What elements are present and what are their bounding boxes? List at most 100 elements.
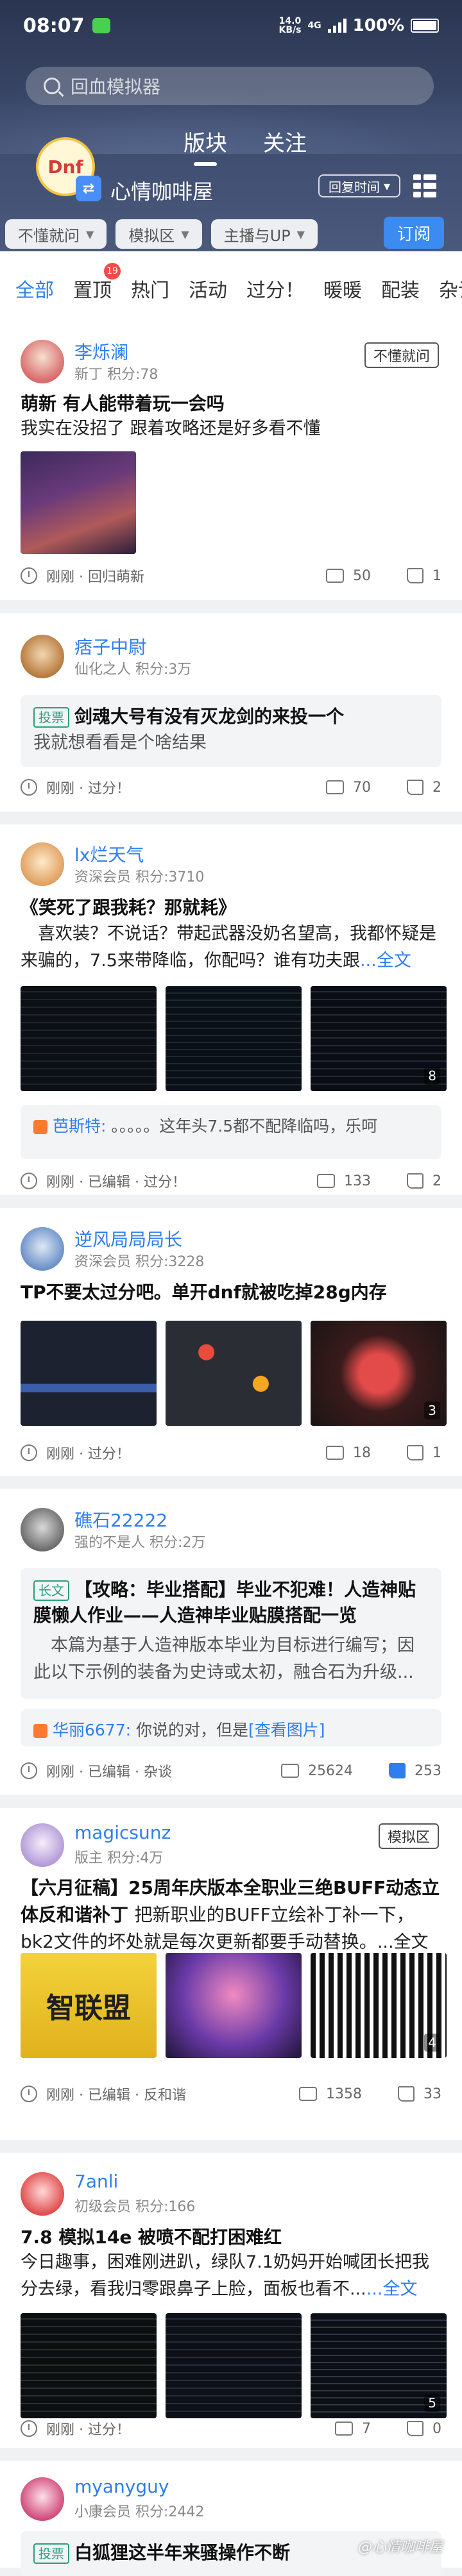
category-tab-misc[interactable]: 杂谈 xyxy=(439,274,462,303)
username[interactable]: 李烁澜 xyxy=(74,339,128,364)
tab-board[interactable]: 版块 xyxy=(184,126,227,166)
post-card[interactable]: lx烂天气 资深会员 积分:3710 《笑死了跟我耗？那就耗》 喜欢装？不说话？… xyxy=(0,824,462,1195)
post-image[interactable]: 8 xyxy=(311,986,447,1091)
like-icon[interactable] xyxy=(407,2421,424,2436)
post-image[interactable] xyxy=(21,1321,157,1426)
category-tab-pinned[interactable]: 置顶 19 xyxy=(73,263,121,303)
subscribe-button[interactable]: 订阅 xyxy=(384,217,444,249)
post-image[interactable]: 5 xyxy=(311,2313,447,2418)
tab-follow[interactable]: 关注 xyxy=(263,126,307,166)
search-placeholder: 回血模拟器 xyxy=(71,76,161,97)
view-image-link[interactable]: [查看图片] xyxy=(248,1721,325,1739)
post-tag[interactable]: 不懂就问 xyxy=(364,342,439,368)
avatar[interactable] xyxy=(21,842,64,886)
post-tag[interactable]: 模拟区 xyxy=(378,1823,439,1849)
user-level: 版主 积分:4万 xyxy=(74,1850,164,1866)
forum-header: 08:07 14.0 KB/s 4G 100% 回血模拟器 版块 关注 Dnf ⇄… xyxy=(0,0,462,251)
filter-chip-streamer[interactable]: 主播与UP ▼ xyxy=(210,219,318,249)
comment-icon[interactable] xyxy=(326,569,344,583)
post-title: 萌新 有人能带着玩一会吗 xyxy=(21,393,225,414)
username[interactable]: magicsunz xyxy=(74,1822,171,1843)
hot-reply[interactable]: 芭斯特: 。。。。。这年头7.5都不配降临吗，乐呵 xyxy=(21,1105,441,1159)
read-more-link[interactable]: ...全文 xyxy=(366,2279,418,2299)
search-input[interactable]: 回血模拟器 xyxy=(26,67,434,105)
reply-text: 你说的对，但是 xyxy=(136,1721,249,1739)
post-image[interactable]: 4 xyxy=(311,1953,447,2058)
avatar[interactable] xyxy=(21,2172,64,2216)
category-tab-rant[interactable]: 过分！ xyxy=(246,274,304,303)
post-image[interactable] xyxy=(21,2313,157,2418)
comment-icon[interactable] xyxy=(281,1764,299,1778)
post-card[interactable]: 逆风局局局长 资深会员 积分:3228 TP不要太过分吧。单开dnf就被吃掉28… xyxy=(0,1208,462,1476)
avatar[interactable] xyxy=(21,1823,64,1867)
comment-icon[interactable] xyxy=(299,2087,317,2101)
category-tab-hot[interactable]: 热门 xyxy=(131,274,169,303)
post-image[interactable]: 智联盟 xyxy=(21,1953,157,2058)
username[interactable]: myanyguy xyxy=(74,2476,169,2497)
post-card[interactable]: magicsunz 版主 积分:4万 模拟区 【六月征稿】25周年庆版本全职业三… xyxy=(0,1808,462,2140)
read-more-link[interactable]: ...全文 xyxy=(360,951,411,971)
user-level: 资深会员 积分:3710 xyxy=(74,869,205,885)
avatar[interactable] xyxy=(21,2477,64,2521)
post-image[interactable] xyxy=(21,451,136,554)
image-count: 3 xyxy=(424,1401,440,1419)
avatar[interactable] xyxy=(21,1508,64,1551)
like-icon[interactable] xyxy=(389,1763,406,1778)
like-icon[interactable] xyxy=(407,568,424,583)
switch-forum-icon[interactable]: ⇄ xyxy=(76,176,101,201)
filter-chip-question[interactable]: 不懂就问 ▼ xyxy=(5,219,107,249)
comment-icon[interactable] xyxy=(335,2421,353,2436)
avatar[interactable] xyxy=(21,340,64,383)
hot-reply[interactable]: 华丽6677: 你说的对，但是[查看图片] xyxy=(21,1709,441,1746)
user-level: 资深会员 积分:3228 xyxy=(74,1254,205,1270)
username[interactable]: 7anli xyxy=(74,2171,118,2192)
like-count: 1 xyxy=(432,1444,441,1461)
comment-count: 18 xyxy=(353,1444,371,1461)
username[interactable]: 礁石22222 xyxy=(74,1507,167,1532)
like-count: 2 xyxy=(432,1173,441,1189)
like-icon[interactable] xyxy=(407,1445,424,1460)
post-footer: 刚刚 · 过分！ 70 2 xyxy=(21,774,441,800)
post-image[interactable] xyxy=(166,1321,302,1426)
comment-icon[interactable] xyxy=(317,1174,335,1188)
post-image[interactable] xyxy=(166,1953,302,2058)
avatar[interactable] xyxy=(21,1227,64,1271)
filter-chip-simulator[interactable]: 模拟区 ▼ xyxy=(116,219,202,249)
category-tab-activity[interactable]: 活动 xyxy=(189,274,227,303)
post-title: 《笑死了跟我耗？那就耗》 xyxy=(21,897,237,918)
post-card[interactable]: 礁石22222 强的不是人 积分:2万 长文 【攻略：毕业搭配】毕业不犯难！人造神… xyxy=(0,1489,462,1795)
post-card[interactable]: 痞子中尉 仙化之人 积分:3万 投票 剑魂大号有没有灭龙剑的来投一个 我就想看看是… xyxy=(0,613,462,812)
comment-icon[interactable] xyxy=(326,780,344,794)
like-icon[interactable] xyxy=(398,2086,415,2102)
post-card[interactable]: 7anli 初级会员 积分:166 7.8 模拟14e 被喷不配打困难红 今日趣… xyxy=(0,2153,462,2448)
post-image[interactable] xyxy=(21,986,157,1091)
comment-count: 70 xyxy=(353,779,371,796)
status-bar: 08:07 14.0 KB/s 4G 100% xyxy=(0,0,462,51)
like-icon[interactable] xyxy=(407,780,424,795)
post-body: 我就想看看是个啥结果 xyxy=(33,733,207,753)
username[interactable]: 痞子中尉 xyxy=(74,633,146,659)
category-tab-all[interactable]: 全部 xyxy=(15,274,54,303)
network-speed: 14.0 KB/s xyxy=(278,16,302,35)
layout-toggle-icon[interactable] xyxy=(413,174,436,197)
reply-user[interactable]: 华丽6677: xyxy=(53,1721,131,1739)
post-image[interactable] xyxy=(166,2313,302,2418)
category-tab-nuannuan[interactable]: 暖暖 xyxy=(323,274,362,303)
like-icon[interactable] xyxy=(407,1173,424,1189)
post-image[interactable]: 3 xyxy=(311,1321,447,1426)
read-more-link[interactable]: ...全文 xyxy=(377,1932,429,1952)
avatar[interactable] xyxy=(21,635,64,678)
clock-icon xyxy=(21,2420,37,2437)
reply-user[interactable]: 芭斯特: xyxy=(53,1117,106,1135)
comment-icon[interactable] xyxy=(326,1446,344,1460)
post-body: 今日趣事，困难刚进趴，绿队7.1奶妈开始喊团长把我分去绿，看我归零跟鼻子上脸，面… xyxy=(21,2252,429,2299)
username[interactable]: 逆风局局局长 xyxy=(74,1226,182,1251)
category-tab-gear[interactable]: 配装 xyxy=(381,274,420,303)
username[interactable]: lx烂天气 xyxy=(74,841,144,867)
post-image[interactable] xyxy=(166,986,302,1091)
hot-reply-icon xyxy=(33,1724,47,1738)
post-time-section: 刚刚 · 过分！ xyxy=(46,1446,130,1462)
post-card[interactable]: myanyguy 小康会员 积分:2442 投票 白狐狸这半年来骚操作不断 @心情… xyxy=(0,2461,462,2576)
post-card[interactable]: 李烁澜 新丁 积分:78 不懂就问 萌新 有人能带着玩一会吗 我实在没招了 跟着… xyxy=(0,326,462,600)
sort-reply-time-button[interactable]: 回复时间 ▾ xyxy=(318,174,401,197)
